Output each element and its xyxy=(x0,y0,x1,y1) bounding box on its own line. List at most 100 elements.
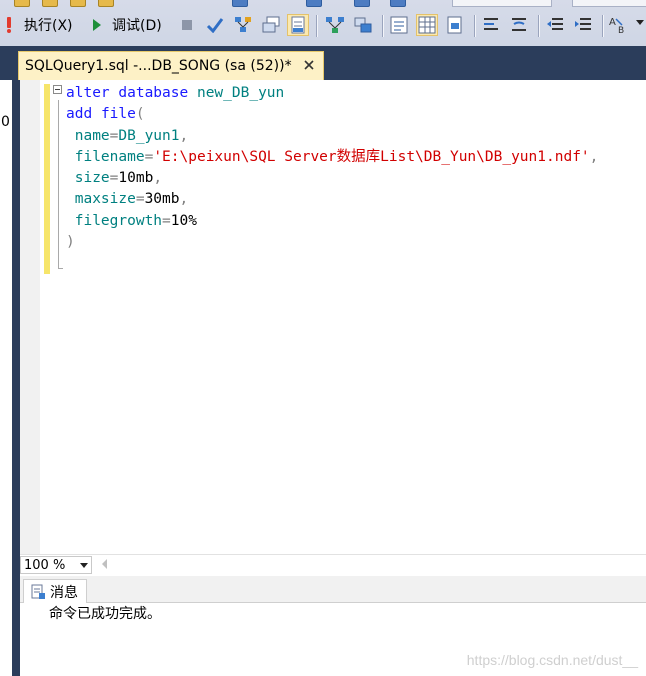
results-to-grid-button[interactable] xyxy=(416,14,438,36)
toolbar-separator xyxy=(382,15,384,37)
search-combo[interactable] xyxy=(572,0,646,7)
close-icon[interactable] xyxy=(302,58,316,72)
code-token: add xyxy=(66,106,93,123)
messages-pane: 命令已成功完成。 https://blog.csdn.net/dust__ xyxy=(20,603,646,676)
uncomment-icon xyxy=(512,18,526,31)
messages-tab-label: 消息 xyxy=(50,584,78,601)
include-actual-plan-button[interactable] xyxy=(324,14,346,36)
zoom-dropdown[interactable]: 100 % xyxy=(20,556,92,574)
object-explorer-edge-text: 0 xyxy=(1,114,10,130)
code-token: filename xyxy=(74,148,145,165)
zoom-level: 100 % xyxy=(24,557,66,573)
navigate-icon[interactable] xyxy=(354,0,370,7)
code-token: alter xyxy=(66,85,110,101)
specify-values-button[interactable]: A B xyxy=(608,14,630,36)
code-line[interactable]: alter database new_DB_yun xyxy=(66,83,598,104)
tab-title: SQLQuery1.sql -...DB_SONG (sa (52))* xyxy=(25,58,292,74)
code-token: ) xyxy=(66,234,75,251)
results-to-text-button[interactable] xyxy=(388,14,410,36)
comment-out-button[interactable] xyxy=(480,14,502,36)
scroll-left-icon[interactable] xyxy=(102,559,107,569)
increase-indent-button[interactable] xyxy=(572,14,594,36)
code-token: 10mb xyxy=(118,170,154,187)
debug-button[interactable]: 调试(D) xyxy=(92,11,162,39)
statistics-icon xyxy=(354,17,372,33)
code-token: maxsize xyxy=(74,191,136,208)
code-line[interactable]: filegrowth=10% xyxy=(66,211,598,232)
toolbar-separator xyxy=(538,15,540,37)
code-line[interactable]: ) xyxy=(66,232,598,253)
tab-sqlquery1[interactable]: SQLQuery1.sql -...DB_SONG (sa (52))* xyxy=(18,51,324,80)
code-token: database xyxy=(118,85,189,101)
code-token: 'E:\peixun\SQL Server数据库List\DB_Yun\DB_y… xyxy=(153,148,590,165)
messages-icon xyxy=(31,584,45,599)
navigate-icon[interactable] xyxy=(306,0,322,7)
folder-icon[interactable] xyxy=(98,0,114,7)
toolbar: 执行(X) 调试(D) A B xyxy=(0,0,646,47)
code-token: file xyxy=(100,106,136,123)
query-editor[interactable]: alter database new_DB_yun add file( name=… xyxy=(20,80,646,554)
editor-gutter xyxy=(20,80,40,554)
watermark: https://blog.csdn.net/dust__ xyxy=(466,652,638,668)
cancel-query-button[interactable] xyxy=(176,14,198,36)
change-tracking-bar xyxy=(44,84,50,274)
sql-editor-toolbar: 执行(X) 调试(D) A B xyxy=(0,11,646,39)
code-text[interactable]: alter database new_DB_yun add file( name=… xyxy=(66,83,598,253)
client-statistics-button[interactable] xyxy=(352,14,374,36)
code-token: name xyxy=(74,127,110,144)
folder-icon[interactable] xyxy=(42,0,58,7)
results-tabstrip: 消息 xyxy=(20,576,646,603)
code-line[interactable]: add file( xyxy=(66,104,598,125)
windows-icon xyxy=(262,16,280,33)
file-results-icon xyxy=(447,16,462,34)
code-token: 30mb xyxy=(144,191,180,208)
code-line[interactable]: maxsize=30mb, xyxy=(66,189,598,210)
tab-messages[interactable]: 消息 xyxy=(23,579,87,603)
toolbar-top-row xyxy=(0,0,646,8)
find-icon[interactable] xyxy=(390,0,406,7)
plan-tree-icon xyxy=(326,17,344,33)
code-token: DB_yun1 xyxy=(118,127,180,144)
execution-plan-icon xyxy=(235,17,251,32)
folder-icon[interactable] xyxy=(14,0,30,7)
exclamation-icon xyxy=(7,17,11,33)
comment-icon xyxy=(484,18,498,30)
play-icon xyxy=(93,19,101,31)
display-plan-button[interactable] xyxy=(232,14,254,36)
editor-status-bar: 100 % xyxy=(20,554,646,576)
code-token: size xyxy=(74,170,110,187)
debug-label: 调试(D) xyxy=(112,18,162,34)
code-line[interactable]: name=DB_yun1, xyxy=(66,126,598,147)
undo-icon[interactable] xyxy=(232,0,248,7)
execute-label: 执行(X) xyxy=(24,18,73,34)
code-token: , xyxy=(179,191,189,208)
code-token: 10% xyxy=(170,212,197,229)
grid-icon xyxy=(418,16,436,34)
results-to-file-alt-button[interactable] xyxy=(444,14,466,36)
svg-text:A: A xyxy=(609,17,616,28)
toolbar-overflow-chevron-icon[interactable] xyxy=(636,20,644,25)
decrease-indent-button[interactable] xyxy=(544,14,566,36)
code-token: = xyxy=(144,148,154,165)
results-to-file-button[interactable] xyxy=(287,14,309,36)
outdent-icon xyxy=(547,18,563,30)
folder-icon[interactable] xyxy=(70,0,86,7)
left-dock-bar xyxy=(12,80,20,676)
execute-button[interactable]: 执行(X) xyxy=(4,11,73,39)
code-line[interactable]: filename='E:\peixun\SQL Server数据库List\DB… xyxy=(66,147,599,168)
indent-icon xyxy=(575,18,591,30)
code-token: , xyxy=(589,148,599,165)
parse-button[interactable] xyxy=(204,14,226,36)
code-token: , xyxy=(179,127,189,144)
collapse-region-icon[interactable] xyxy=(53,85,62,94)
code-line[interactable]: size=10mb, xyxy=(66,168,598,189)
result-message: 命令已成功完成。 xyxy=(49,606,161,622)
query-options-button[interactable] xyxy=(260,14,282,36)
search-combo[interactable] xyxy=(452,0,552,7)
code-token: new_DB_yun xyxy=(196,85,285,101)
code-token: , xyxy=(153,170,163,187)
uncomment-button[interactable] xyxy=(508,14,530,36)
